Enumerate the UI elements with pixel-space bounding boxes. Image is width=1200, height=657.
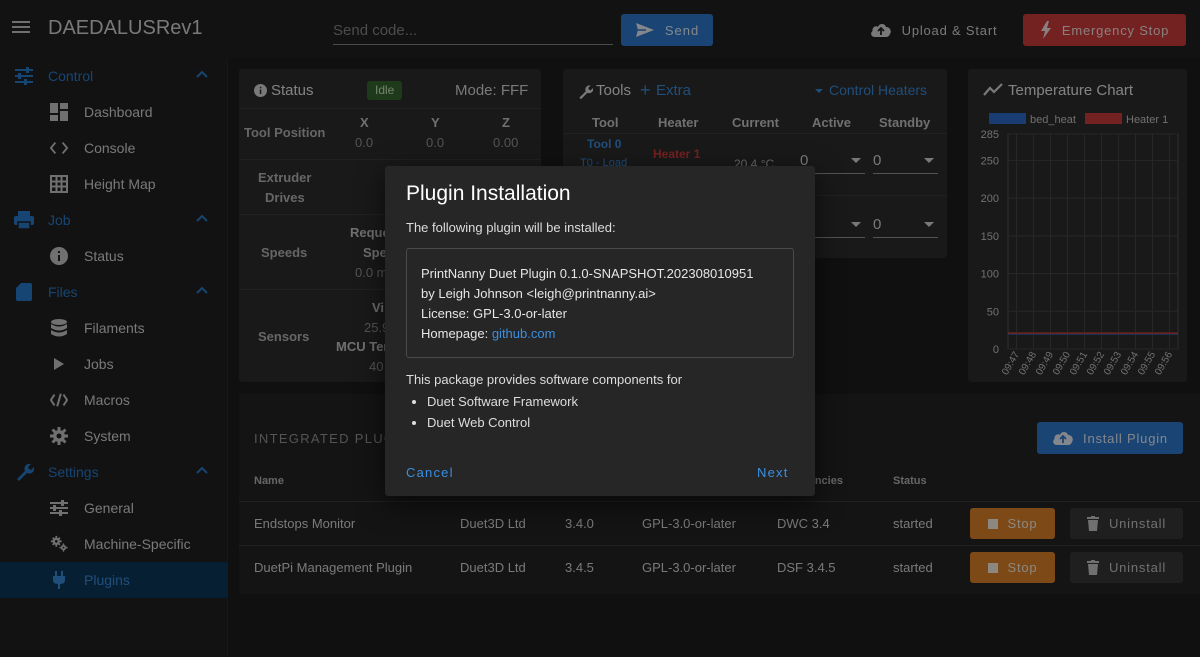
components-list: Duet Software Framework Duet Web Control — [427, 394, 578, 436]
homepage-link[interactable]: github.com — [492, 326, 556, 341]
plugin-info-box: PrintNanny Duet Plugin 0.1.0-SNAPSHOT.20… — [406, 248, 794, 358]
plugin-license: License: GPL-3.0-or-later — [421, 306, 567, 321]
dialog-description: This package provides software component… — [406, 372, 683, 387]
app-root: DAEDALUSRev1 Send Upload & Start Emergen… — [0, 0, 1200, 657]
homepage-label: Homepage: — [421, 326, 492, 341]
dialog-title: Plugin Installation — [406, 182, 571, 205]
list-item: Duet Web Control — [427, 415, 578, 430]
plugin-name-version: PrintNanny Duet Plugin 0.1.0-SNAPSHOT.20… — [421, 266, 754, 281]
next-button[interactable]: Next — [757, 465, 789, 480]
dialog-subtitle: The following plugin will be installed: — [406, 220, 616, 235]
plugin-installation-dialog: Plugin Installation The following plugin… — [385, 166, 815, 496]
cancel-button[interactable]: Cancel — [406, 465, 454, 480]
plugin-homepage: Homepage: github.com — [421, 326, 555, 341]
list-item: Duet Software Framework — [427, 394, 578, 409]
plugin-author: by Leigh Johnson <leigh@printnanny.ai> — [421, 286, 656, 301]
